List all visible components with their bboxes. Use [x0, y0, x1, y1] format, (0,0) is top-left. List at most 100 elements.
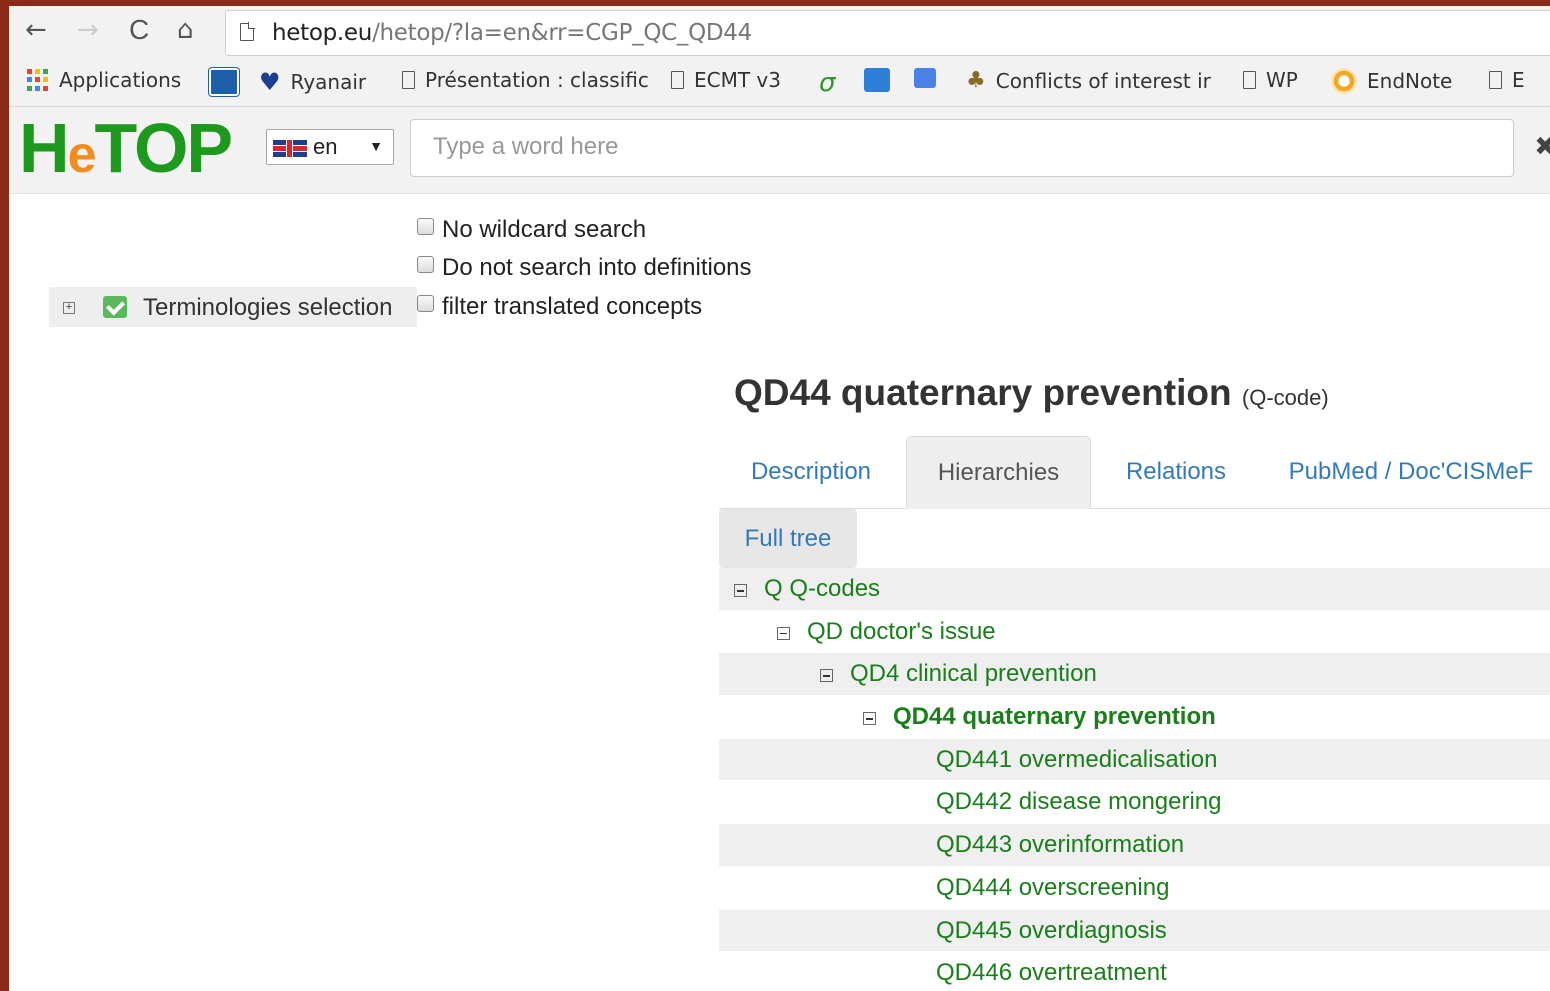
clear-search-icon[interactable]: ✖ — [1534, 131, 1550, 162]
people-icon: ♣ — [966, 68, 986, 93]
checkbox[interactable] — [417, 294, 434, 312]
full-tree-button[interactable]: Full tree — [719, 509, 857, 568]
bookmark-label: Conflicts of interest ir — [995, 68, 1211, 93]
url-text: hetop.eu/hetop/?la=en&rr=CGP_QC_QD44 — [272, 20, 752, 46]
option-no-definitions[interactable]: Do not search into definitions — [417, 254, 752, 282]
tree-row: QD444 overscreening — [719, 867, 1550, 910]
logo-rest: TOP — [94, 109, 233, 187]
search-input[interactable]: Type a word here — [410, 119, 1514, 177]
tree-node[interactable]: QD446 overtreatment — [936, 959, 1167, 987]
back-icon[interactable]: ← — [25, 15, 47, 45]
collapse-minus-icon[interactable] — [777, 626, 790, 640]
bookmark-endnote[interactable]: EndNote — [1331, 68, 1452, 94]
checkbox[interactable] — [417, 217, 434, 235]
option-filter-translated[interactable]: filter translated concepts — [417, 293, 702, 321]
url-field[interactable]: hetop.eu/hetop/?la=en&rr=CGP_QC_QD44 — [225, 10, 1550, 56]
concept-tabs: Description Hierarchies Relations PubMed… — [719, 436, 1550, 509]
language-value: en — [313, 134, 338, 159]
blue-app-icon — [864, 68, 890, 92]
hetop-logo[interactable]: HeTOP — [19, 113, 233, 190]
collapse-minus-icon[interactable] — [734, 584, 747, 597]
tree-row: QD446 overtreatment — [719, 952, 1550, 991]
bookmark-label: Applications — [59, 68, 182, 92]
bookmark-blue-app[interactable] — [864, 68, 890, 92]
logo-e: e — [67, 126, 97, 184]
hierarchy-tree: Q Q-codes QD doctor's issue QD4 clinical… — [719, 568, 1550, 991]
concept-title: QD44 quaternary prevention (Q-code) — [734, 372, 1329, 414]
bookmark-e[interactable]: E — [1489, 68, 1525, 92]
checkbox[interactable] — [417, 255, 434, 273]
expand-plus-icon[interactable]: + — [63, 302, 75, 314]
option-no-wildcard[interactable]: No wildcard search — [417, 216, 646, 244]
bookmark-conflicts[interactable]: ♣ Conflicts of interest ir — [966, 68, 1211, 93]
tree-node[interactable]: QD443 overinformation — [936, 831, 1184, 859]
collapse-minus-icon[interactable] — [820, 669, 833, 683]
bookmark-sigma[interactable]: σ — [819, 68, 835, 98]
terminologies-label: Terminologies selection — [143, 294, 393, 321]
bookmark-ecmt[interactable]: ECMT v3 — [671, 68, 781, 92]
concept-name: QD44 quaternary prevention — [734, 372, 1232, 413]
concept-type: (Q-code) — [1241, 385, 1329, 410]
address-bar-row: ← → C ⌂ hetop.eu/hetop/?la=en&rr=CGP_QC_… — [9, 6, 1550, 56]
ryanair-harp-icon: ♥ — [259, 68, 281, 96]
page-icon — [1489, 71, 1502, 89]
tree-node[interactable]: QD442 disease mongering — [936, 788, 1222, 816]
tree-row: QD442 disease mongering — [719, 781, 1550, 825]
tree-node[interactable]: Q Q-codes — [764, 575, 880, 603]
page-icon — [402, 71, 415, 89]
page-info-icon[interactable] — [240, 22, 255, 41]
green-check-icon — [103, 296, 127, 318]
bookmark-label: WP — [1266, 68, 1298, 92]
bookmark-label: ECMT v3 — [694, 68, 781, 92]
tree-node[interactable]: QD doctor's issue — [807, 618, 996, 646]
bookmark-ryanair[interactable]: ♥ Ryanair — [259, 68, 366, 96]
tree-row: QD4 clinical prevention — [719, 653, 1550, 697]
url-path: /hetop/?la=en&rr=CGP_QC_QD44 — [372, 20, 752, 46]
collapse-minus-icon[interactable] — [863, 712, 876, 726]
reload-icon[interactable]: C — [129, 15, 149, 45]
tree-row: Q Q-codes — [719, 568, 1550, 611]
tree-row: QD44 quaternary prevention — [719, 696, 1550, 739]
site-header: HeTOP en ▼ Type a word here ✖ — [9, 107, 1550, 194]
browser-window: ← → C ⌂ hetop.eu/hetop/?la=en&rr=CGP_QC_… — [9, 6, 1550, 991]
bookmarks-bar: Applications ♥ Ryanair Présentation : cl… — [9, 56, 1550, 107]
bookmark-label: EndNote — [1367, 69, 1453, 93]
tree-row: QD443 overinformation — [719, 824, 1550, 867]
option-label: Do not search into definitions — [442, 254, 752, 281]
page-icon — [671, 71, 684, 89]
tree-row: QD doctor's issue — [719, 611, 1550, 654]
tree-node[interactable]: QD444 overscreening — [936, 874, 1169, 902]
tree-row: QD445 overdiagnosis — [719, 909, 1550, 953]
uk-flag-icon — [273, 140, 307, 157]
bookmark-label: Présentation : classific — [425, 68, 649, 92]
dropdown-caret-icon: ▼ — [369, 138, 383, 154]
bookmark-outlook[interactable] — [209, 68, 239, 96]
bookmark-label: Ryanair — [290, 70, 367, 94]
tree-node-current[interactable]: QD44 quaternary prevention — [893, 703, 1216, 731]
url-host: hetop.eu — [272, 20, 373, 46]
tree-node[interactable]: QD445 overdiagnosis — [936, 917, 1167, 945]
bookmark-wp[interactable]: WP — [1243, 68, 1298, 92]
bookmark-applications[interactable]: Applications — [27, 68, 181, 92]
forward-icon[interactable]: → — [77, 15, 99, 45]
sigma-icon: σ — [819, 68, 836, 98]
page-icon — [1243, 71, 1256, 89]
tree-node[interactable]: QD441 overmedicalisation — [936, 746, 1217, 774]
tree-row: QD441 overmedicalisation — [719, 738, 1550, 782]
logo-h: H — [19, 109, 70, 187]
tab-hierarchies[interactable]: Hierarchies — [906, 436, 1091, 509]
google-translate-icon — [914, 68, 936, 88]
terminologies-selection[interactable]: + Terminologies selection — [49, 287, 417, 327]
tab-pubmed[interactable]: PubMed / Doc'CISMeF — [1261, 436, 1550, 508]
tab-description[interactable]: Description — [719, 436, 903, 508]
option-label: filter translated concepts — [442, 293, 703, 320]
bookmark-label: E — [1512, 68, 1525, 92]
bookmark-presentation[interactable]: Présentation : classific — [402, 68, 649, 92]
option-label: No wildcard search — [442, 216, 647, 243]
home-icon[interactable]: ⌂ — [177, 15, 194, 45]
bookmark-translate[interactable] — [914, 68, 936, 88]
language-select[interactable]: en ▼ — [266, 129, 394, 165]
tab-relations[interactable]: Relations — [1091, 436, 1261, 508]
tree-node[interactable]: QD4 clinical prevention — [850, 660, 1097, 688]
apps-grid-icon — [27, 69, 49, 91]
